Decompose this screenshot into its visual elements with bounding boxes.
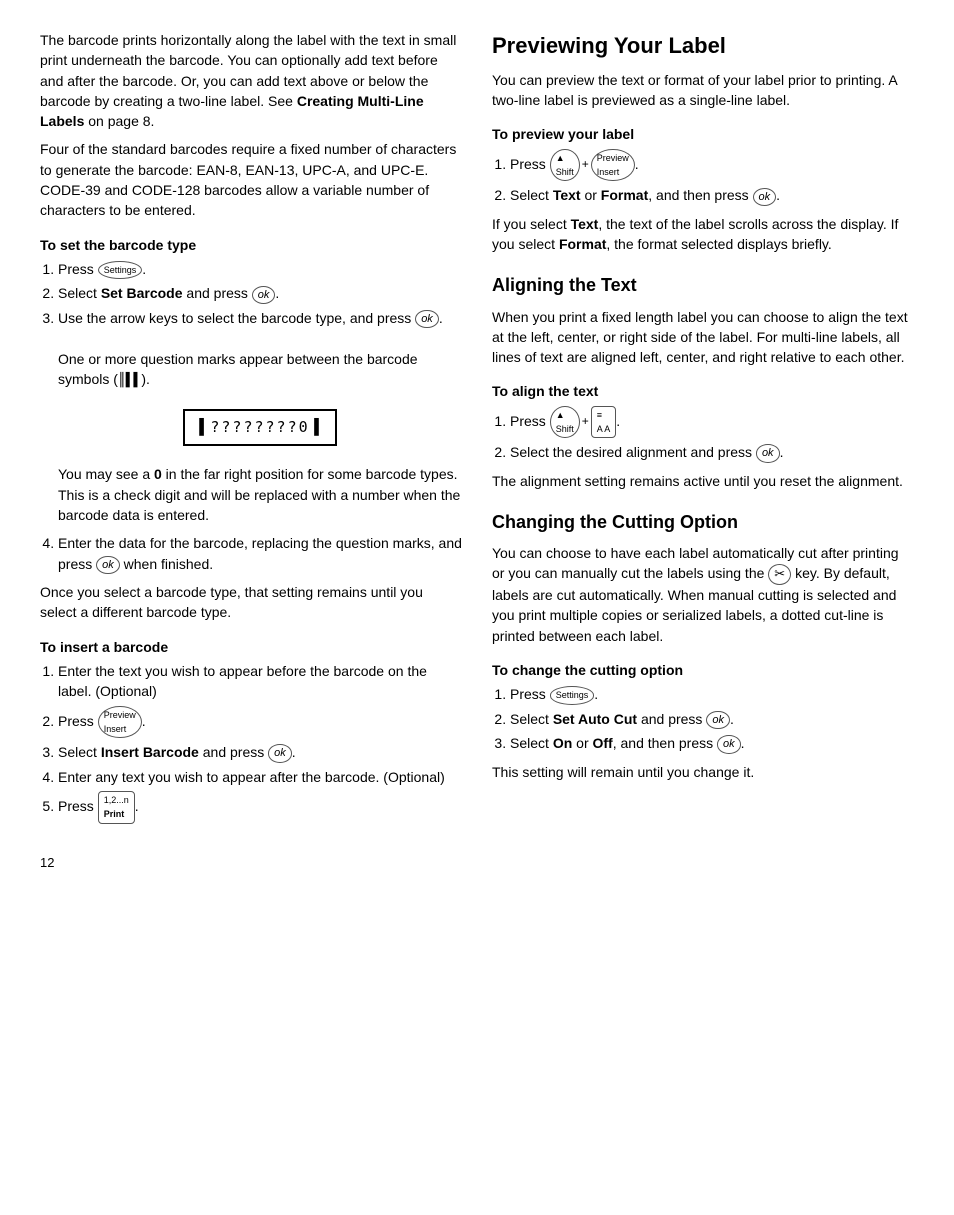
ok-button-icon: ok: [252, 286, 276, 304]
preview-note: If you select Text, the text of the labe…: [492, 214, 914, 255]
step-3: Use the arrow keys to select the barcode…: [58, 308, 462, 526]
insert-step-1: Enter the text you wish to appear before…: [58, 661, 462, 702]
insert-step-3: Select Insert Barcode and press ok.: [58, 742, 462, 762]
align-button-icon: ≡A A: [591, 406, 617, 439]
preview-insert-button-icon: PreviewInsert: [98, 706, 142, 739]
cutting-para: You can choose to have each label automa…: [492, 543, 914, 646]
step-2: Select Set Barcode and press ok.: [58, 283, 462, 303]
shift-button-icon: ▲Shift: [550, 149, 580, 182]
barcode-display: ▌????????0▐: [183, 409, 336, 447]
plus-sign: +: [582, 156, 589, 173]
scissors-button-icon: ✂: [768, 564, 791, 585]
shift-align-combo: ▲Shift + ≡A A: [550, 406, 617, 439]
ok-button-icon-6: ok: [756, 444, 780, 462]
preview-step-1: Press ▲Shift + PreviewInsert .: [510, 149, 914, 182]
preview-title: Previewing Your Label: [492, 30, 914, 62]
ok-button-icon-3: ok: [96, 556, 120, 574]
shift-preview-combo: ▲Shift + PreviewInsert: [550, 149, 635, 182]
page-number: 12: [40, 854, 462, 873]
insert-step-5: Press 1,2...nPrint.: [58, 791, 462, 824]
preview-step-2: Select Text or Format, and then press ok…: [510, 185, 914, 205]
intro-paragraph-2: Four of the standard barcodes require a …: [40, 139, 462, 220]
once-para: Once you select a barcode type, that set…: [40, 582, 462, 623]
insert-step-4: Enter any text you wish to appear after …: [58, 767, 462, 787]
ok-button-icon-2: ok: [415, 310, 439, 328]
align-step-2: Select the desired alignment and press o…: [510, 442, 914, 462]
preview-steps: Press ▲Shift + PreviewInsert . Select Te…: [510, 149, 914, 206]
left-column: The barcode prints horizontally along th…: [40, 30, 462, 872]
ok-button-icon-8: ok: [717, 735, 741, 753]
intro-paragraph-1: The barcode prints horizontally along th…: [40, 30, 462, 131]
cutting-steps: Press Settings. Select Set Auto Cut and …: [510, 684, 914, 753]
print-button-icon: 1,2...nPrint: [98, 791, 135, 824]
settings-button-icon: Settings: [98, 261, 143, 279]
plus-sign-2: +: [582, 413, 589, 430]
ok-button-icon-7: ok: [706, 711, 730, 729]
shift-button-icon-2: ▲Shift: [550, 406, 580, 439]
cutting-step-1: Press Settings.: [510, 684, 914, 704]
cutting-subhead: To change the cutting option: [492, 660, 914, 680]
align-note: The alignment setting remains active unt…: [492, 471, 914, 491]
cutting-title: Changing the Cutting Option: [492, 509, 914, 535]
preview-insert-button-icon-2: PreviewInsert: [591, 149, 635, 182]
step-4: Enter the data for the barcode, replacin…: [58, 533, 462, 574]
align-step-1: Press ▲Shift + ≡A A .: [510, 406, 914, 439]
preview-para: You can preview the text or format of yo…: [492, 70, 914, 111]
insert-barcode-heading: To insert a barcode: [40, 637, 462, 657]
settings-button-icon-2: Settings: [550, 686, 595, 704]
preview-subhead: To preview your label: [492, 124, 914, 144]
align-subhead: To align the text: [492, 381, 914, 401]
right-column: Previewing Your Label You can preview th…: [492, 30, 914, 872]
ok-button-icon-5: ok: [753, 188, 777, 206]
barcode-display-wrap: ▌????????0▐: [58, 399, 462, 457]
cutting-step-2: Select Set Auto Cut and press ok.: [510, 709, 914, 729]
step-1: Press Settings.: [58, 259, 462, 279]
set-barcode-steps: Press Settings. Select Set Barcode and p…: [58, 259, 462, 574]
cutting-step-3: Select On or Off, and then press ok.: [510, 733, 914, 753]
ok-button-icon-4: ok: [268, 744, 292, 762]
set-barcode-heading: To set the barcode type: [40, 235, 462, 255]
insert-barcode-steps: Enter the text you wish to appear before…: [58, 661, 462, 824]
align-title: Aligning the Text: [492, 272, 914, 298]
barcode-sym: ║▌▌: [118, 373, 141, 388]
cutting-note: This setting will remain until you chang…: [492, 762, 914, 782]
insert-step-2: Press PreviewInsert.: [58, 706, 462, 739]
align-para: When you print a fixed length label you …: [492, 307, 914, 368]
page-layout: The barcode prints horizontally along th…: [40, 30, 914, 872]
align-steps: Press ▲Shift + ≡A A . Select the desired…: [510, 406, 914, 463]
barcode-note: You may see a 0 in the far right positio…: [58, 464, 462, 525]
